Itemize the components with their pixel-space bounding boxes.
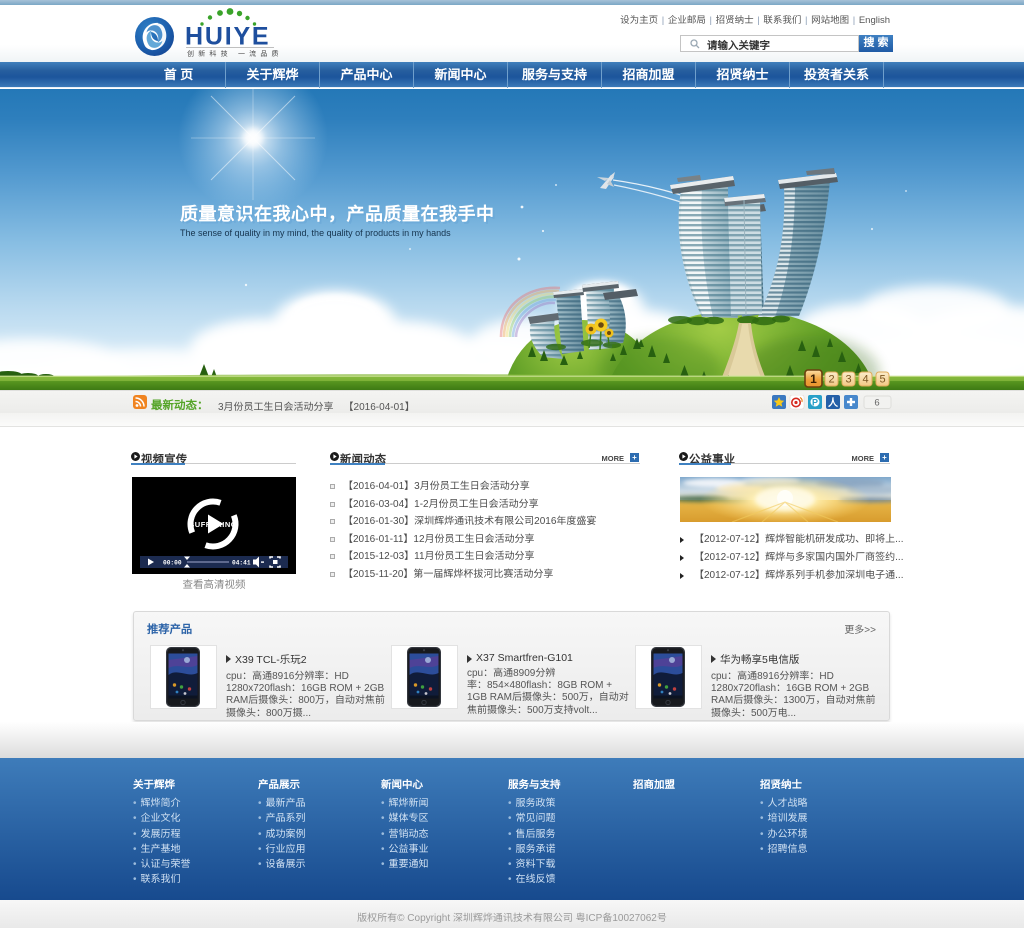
svg-text:P: P xyxy=(812,397,818,407)
svg-text:04:41: 04:41 xyxy=(232,560,251,567)
svg-text:1: 1 xyxy=(810,372,817,386)
svg-text:创新科技 一流品质: 创新科技 一流品质 xyxy=(187,50,283,58)
svg-text:3: 3 xyxy=(845,374,851,386)
svg-text:5: 5 xyxy=(879,374,885,386)
svg-text:BUFFERING: BUFFERING xyxy=(189,520,237,529)
svg-text:6: 6 xyxy=(874,398,879,409)
svg-text:2: 2 xyxy=(828,374,834,386)
svg-text:The sense of quality in my min: The sense of quality in my mind, the qua… xyxy=(180,228,451,238)
svg-text:质量意识在我心中，产品质量在我手中: 质量意识在我心中，产品质量在我手中 xyxy=(180,204,495,224)
svg-text:00:00: 00:00 xyxy=(163,560,182,567)
svg-text:人: 人 xyxy=(828,397,839,409)
svg-text:4: 4 xyxy=(862,374,868,386)
svg-text:HUIYE: HUIYE xyxy=(185,23,270,51)
